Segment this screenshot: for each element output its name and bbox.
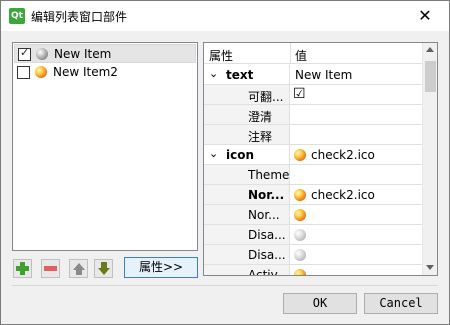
orange-gem-icon	[294, 189, 306, 201]
checkmark-icon: ✓	[20, 46, 30, 59]
property-name: Activ...	[248, 268, 288, 276]
name-cell: Disa...	[204, 245, 290, 265]
scroll-up-icon[interactable]	[426, 47, 434, 52]
name-cell: 澄清	[204, 105, 290, 125]
header-value[interactable]: 值	[295, 47, 307, 64]
property-value[interactable]: New Item	[295, 68, 352, 82]
value-cell: check2.ico	[290, 185, 422, 205]
property-grid[interactable]: 属性 值 ⌄ text New Item 可翻... ☑ 澄清 注释 ⌄ ico…	[203, 42, 438, 276]
list-item[interactable]: ✓ New Item	[14, 44, 196, 63]
grid-header: 属性 值	[204, 43, 422, 64]
name-cell: Theme	[204, 165, 290, 185]
cancel-button[interactable]: Cancel	[364, 293, 438, 314]
property-name: 可翻...	[248, 90, 284, 104]
name-cell: Nor...	[204, 185, 290, 205]
property-value[interactable]: check2.ico	[311, 188, 375, 202]
minus-icon	[44, 266, 57, 271]
property-name: Nor...	[248, 188, 285, 202]
list-widget[interactable]: ✓ New Item New Item2	[12, 42, 198, 251]
up-arrow-stem	[76, 270, 82, 275]
value-cell	[290, 205, 422, 225]
name-cell: 注释	[204, 125, 290, 145]
title-bar: Qt 编辑列表窗口部件 ✕	[1, 1, 449, 31]
chevron-down-icon[interactable]: ⌄	[209, 67, 218, 80]
value-cell	[290, 265, 422, 275]
gray-gem-icon	[294, 229, 306, 241]
separator	[12, 285, 438, 286]
gray-gem-icon	[36, 48, 48, 60]
property-value[interactable]: check2.ico	[311, 148, 375, 162]
property-name: Disa...	[248, 248, 286, 262]
add-item-button[interactable]	[13, 259, 32, 278]
close-icon: ✕	[418, 6, 432, 25]
value-cell	[290, 225, 422, 245]
grid-row-icon[interactable]: ⌄ icon check2.ico	[204, 145, 422, 165]
grid-row[interactable]: Theme	[204, 165, 422, 185]
property-name: Disa...	[248, 228, 286, 242]
item-checkbox[interactable]: ✓	[18, 46, 31, 61]
name-cell: Disa...	[204, 225, 290, 245]
plus-icon	[16, 262, 29, 275]
grid-row-text[interactable]: ⌄ text New Item	[204, 65, 422, 85]
item-checkbox[interactable]	[17, 66, 30, 79]
grid-row[interactable]: Activ...	[204, 265, 422, 276]
header-property[interactable]: 属性	[209, 47, 233, 64]
name-cell: ⌄ text	[204, 65, 290, 85]
property-name: icon	[226, 148, 255, 162]
up-arrow-icon	[73, 263, 85, 270]
gray-gem-icon	[294, 249, 306, 261]
remove-item-button[interactable]	[41, 259, 60, 278]
value-cell: check2.ico	[290, 145, 422, 165]
value-cell	[290, 245, 422, 265]
down-arrow-icon	[98, 268, 110, 275]
property-name: text	[226, 68, 254, 82]
list-item-label: New Item	[54, 47, 112, 61]
app-icon: Qt	[9, 8, 25, 24]
grid-row[interactable]: Disa...	[204, 225, 422, 245]
property-name: 澄清	[248, 110, 273, 124]
move-up-button[interactable]	[69, 259, 88, 278]
value-checkbox[interactable]: ☑	[293, 86, 306, 102]
list-item[interactable]: New Item2	[14, 63, 196, 82]
scroll-down-icon[interactable]	[426, 265, 434, 270]
scroll-thumb[interactable]	[425, 61, 436, 92]
chevron-down-icon[interactable]: ⌄	[209, 147, 218, 160]
name-cell: Nor...	[204, 205, 290, 225]
orange-gem-icon	[294, 269, 306, 275]
value-cell	[290, 125, 422, 145]
move-down-button[interactable]	[94, 259, 113, 278]
value-cell	[290, 105, 422, 125]
name-cell: Activ...	[204, 265, 290, 276]
name-cell: 可翻...	[204, 85, 290, 105]
property-name: Theme	[248, 168, 290, 182]
properties-toggle-button[interactable]: 属性>>	[124, 257, 198, 278]
orange-gem-icon	[294, 209, 306, 221]
grid-row[interactable]: 澄清	[204, 105, 422, 125]
grid-row[interactable]: 可翻... ☑	[204, 85, 422, 105]
dialog-window: Qt 编辑列表窗口部件 ✕ ✓ New Item New Item2 属性>> …	[0, 0, 450, 325]
close-button[interactable]: ✕	[405, 3, 445, 29]
grid-row[interactable]: Nor...	[204, 205, 422, 225]
list-item-label: New Item2	[53, 65, 118, 79]
window-title: 编辑列表窗口部件	[31, 10, 128, 24]
value-cell: New Item	[290, 65, 422, 85]
vertical-scrollbar[interactable]	[422, 43, 437, 275]
orange-gem-icon	[35, 66, 47, 78]
orange-gem-icon	[294, 149, 306, 161]
property-name: Nor...	[248, 208, 280, 222]
grid-row[interactable]: Disa...	[204, 245, 422, 265]
value-cell: ☑	[290, 85, 422, 105]
header-divider	[290, 43, 291, 64]
property-name: 注释	[248, 130, 273, 144]
grid-row[interactable]: Nor... check2.ico	[204, 185, 422, 205]
name-cell: ⌄ icon	[204, 145, 290, 165]
grid-row[interactable]: 注释	[204, 125, 422, 145]
value-cell	[290, 165, 422, 185]
ok-button[interactable]: OK	[283, 293, 357, 314]
